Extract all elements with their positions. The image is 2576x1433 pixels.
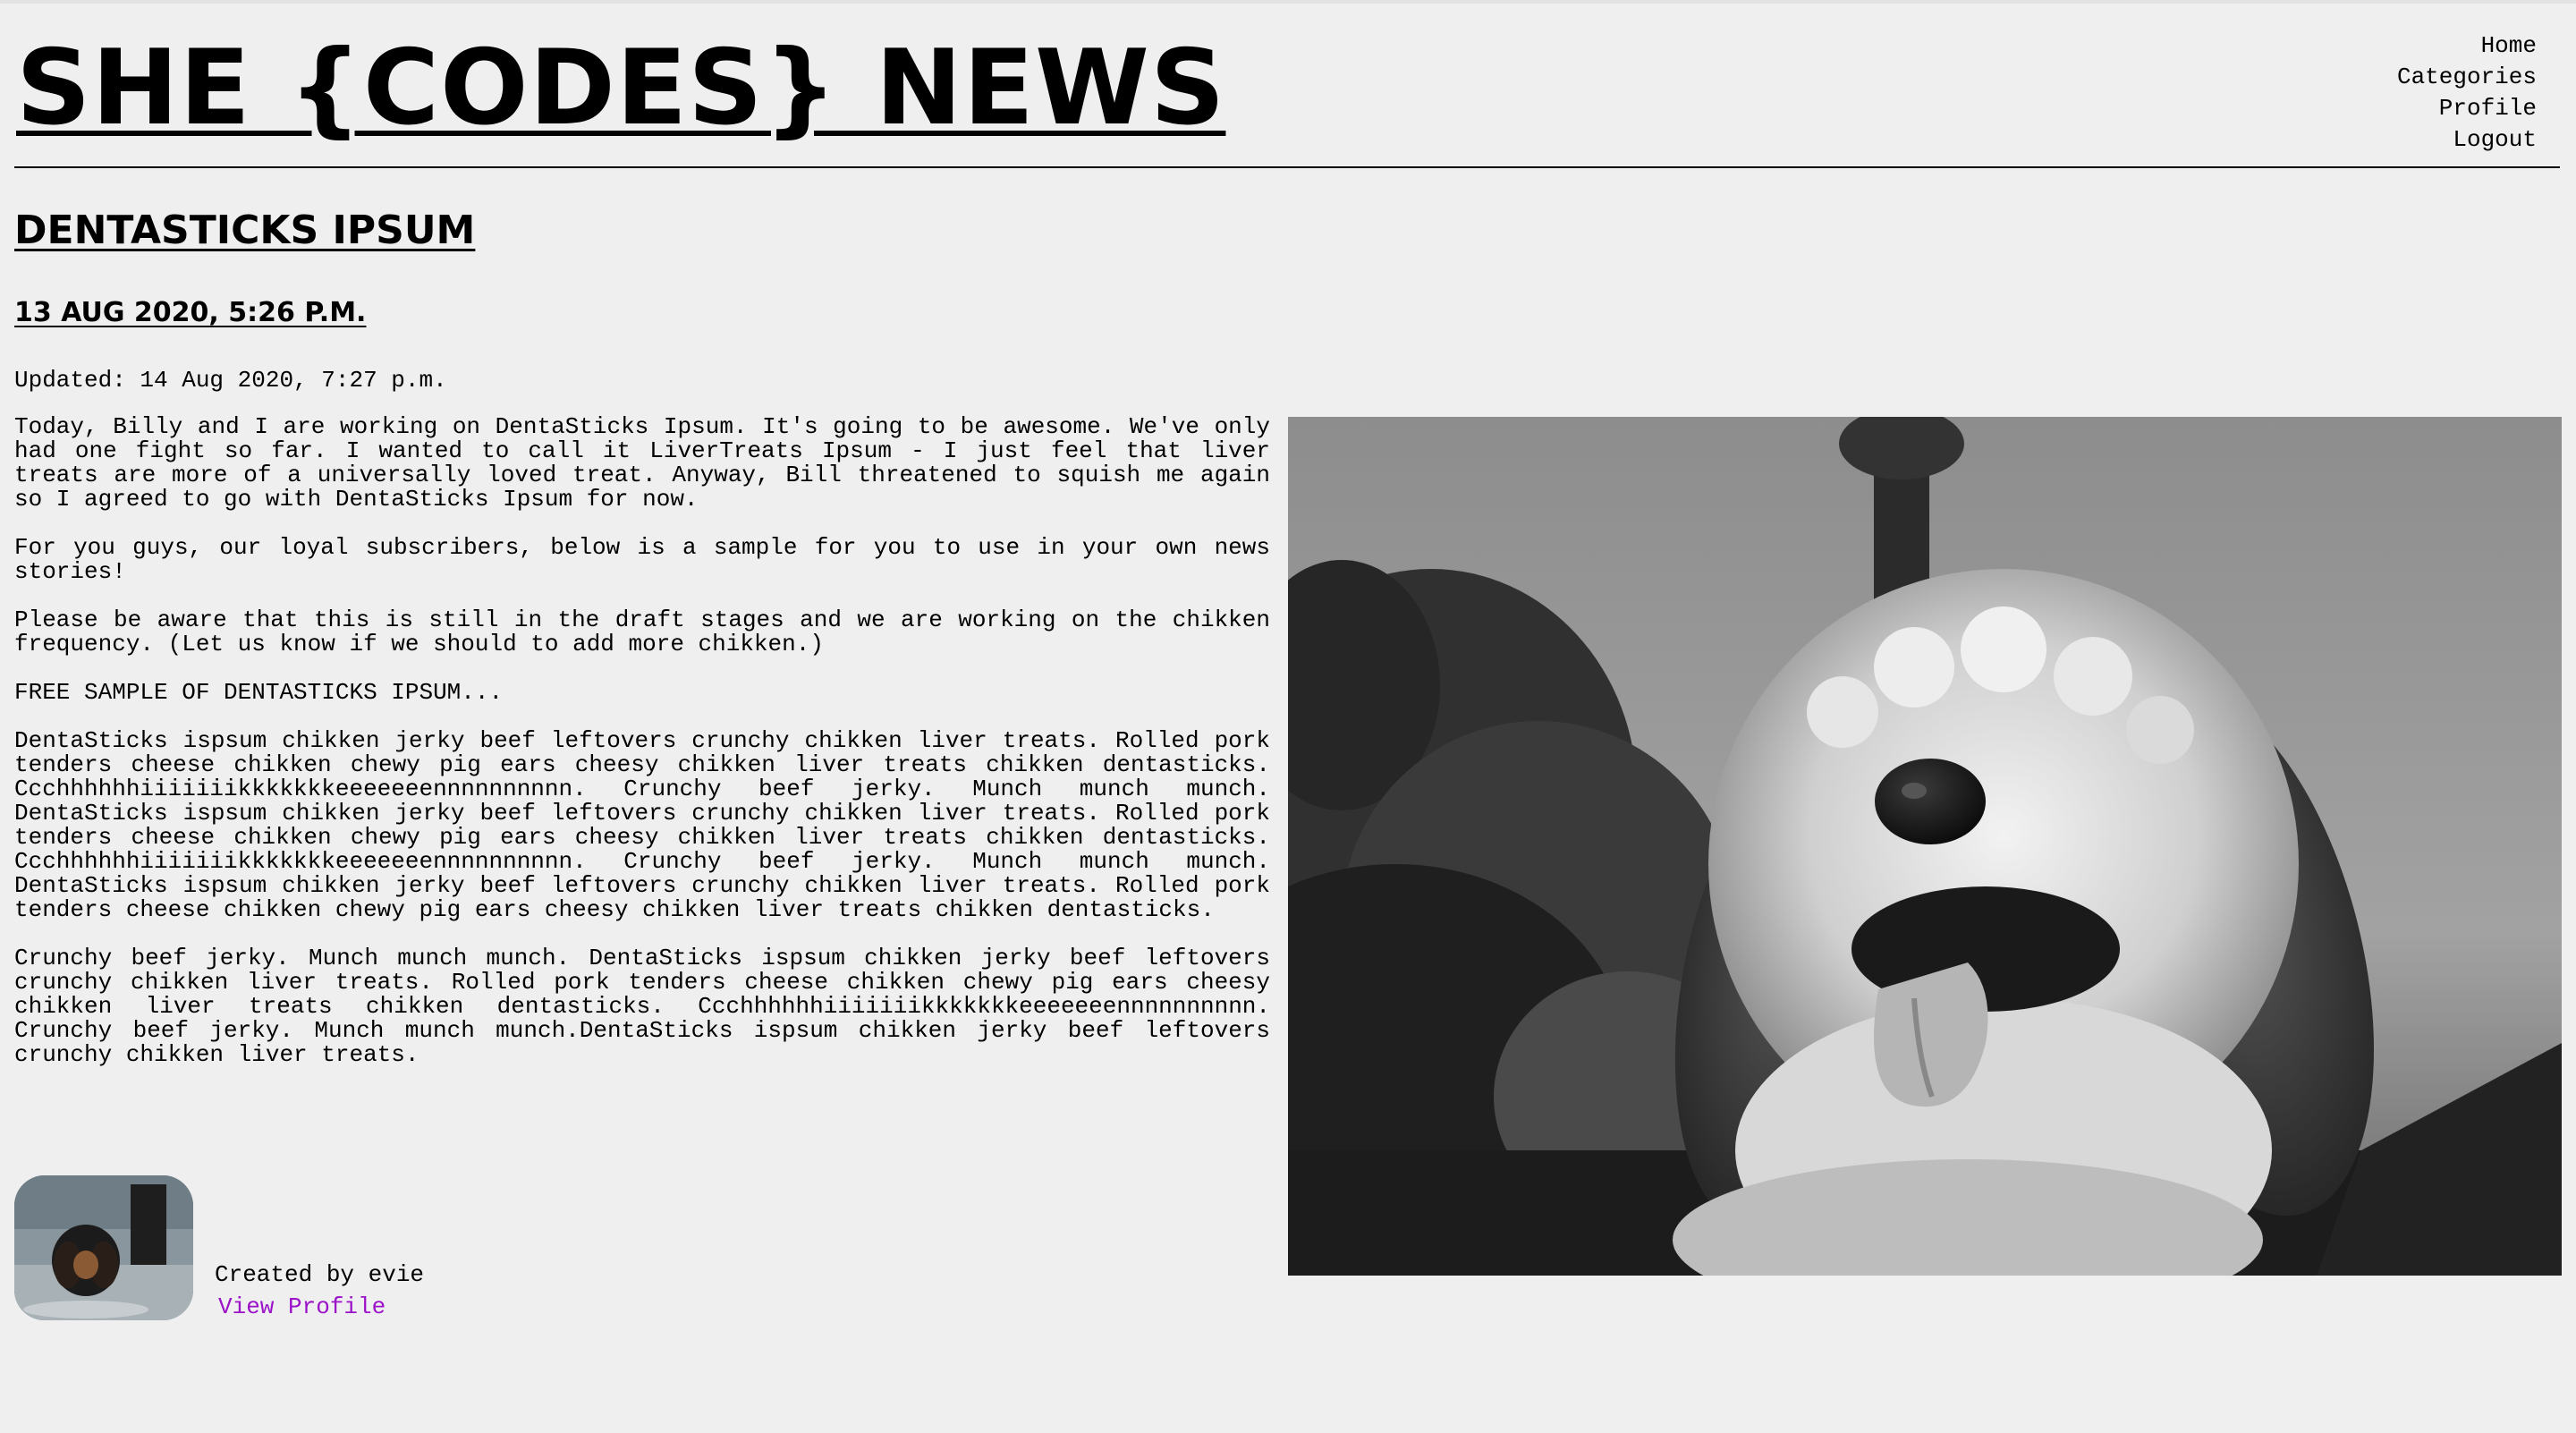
- article-date: 13 AUG 2020, 5:26 P.M.: [14, 297, 367, 328]
- article-hero-image: [1288, 417, 2562, 1276]
- nav-link-logout[interactable]: Logout: [2397, 124, 2537, 156]
- nav-link-categories[interactable]: Categories: [2397, 62, 2537, 93]
- nav-link-home[interactable]: Home: [2397, 30, 2537, 62]
- site-title[interactable]: SHE {CODES} NEWS: [16, 30, 1225, 147]
- top-border: [0, 0, 2576, 4]
- author-avatar[interactable]: [14, 1175, 193, 1320]
- header-divider: [14, 166, 2560, 168]
- view-profile-link[interactable]: View Profile: [218, 1292, 386, 1322]
- article-title: DENTASTICKS IPSUM: [14, 208, 476, 253]
- author-credit: Created by evie: [215, 1261, 425, 1288]
- dog-photo: [1288, 417, 2562, 1276]
- article-paragraph-subscribers: For you guys, our loyal subscribers, bel…: [14, 534, 1270, 585]
- author-avatar-image: [14, 1175, 193, 1320]
- article-body: Today, Billy and I are working on DentaS…: [14, 415, 1270, 1091]
- sample-paragraph-2: Crunchy beef jerky. Munch munch munch. D…: [14, 945, 1270, 1068]
- sample-heading: FREE SAMPLE OF DENTASTICKS IPSUM...: [14, 679, 504, 706]
- sample-paragraph-1: DentaSticks ispsum chikken jerky beef le…: [14, 727, 1270, 923]
- article-paragraph-intro: Today, Billy and I are working on DentaS…: [14, 413, 1270, 513]
- main-nav: Home Categories Profile Logout: [2397, 30, 2537, 156]
- article-updated: Updated: 14 Aug 2020, 7:27 p.m.: [14, 367, 447, 394]
- nav-link-profile[interactable]: Profile: [2397, 93, 2537, 124]
- article-paragraph-draft-note: Please be aware that this is still in th…: [14, 606, 1270, 657]
